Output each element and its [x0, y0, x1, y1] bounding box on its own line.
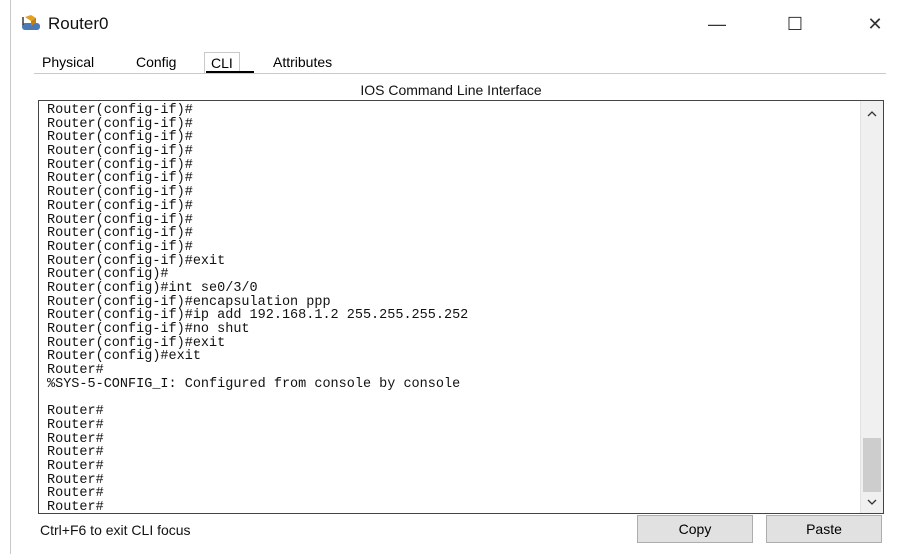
terminal-scrollbar[interactable]: [860, 101, 883, 513]
terminal-line: Router(config)#exit: [47, 349, 201, 365]
terminal-line: Router(config-if)#exit: [47, 335, 226, 351]
maximize-button[interactable]: ☐: [772, 10, 818, 38]
window-title: Router0: [48, 14, 109, 33]
cli-terminal[interactable]: Router(config-if)# Router(config-if)# Rout…: [38, 100, 884, 514]
tab-physical[interactable]: Physical: [36, 52, 100, 72]
minimize-button[interactable]: —: [694, 10, 740, 38]
terminal-line: %SYS-5-CONFIG_I: Configured from console…: [47, 376, 461, 392]
terminal-line: Router#: [47, 404, 104, 420]
copy-button[interactable]: Copy: [637, 515, 753, 543]
terminal-line: Router(config)#int se0/3/0: [47, 280, 258, 296]
terminal-line: Router(config-if)#: [47, 116, 193, 132]
terminal-output: Router(config-if)# Router(config-if)# Rout…: [47, 103, 847, 514]
terminal-line: Router(config-if)#encapsulation ppp: [47, 294, 331, 310]
terminal-line: Router(config-if)#: [47, 185, 193, 201]
panel-title: IOS Command Line Interface: [360, 82, 542, 98]
terminal-line: Router(config-if)#no shut: [47, 322, 250, 337]
terminal-line: Router(config)#: [47, 267, 169, 283]
router-icon: [22, 15, 40, 30]
terminal-line: Router(config-if)#: [47, 103, 193, 118]
terminal-line: Router(config-if)#: [47, 144, 193, 160]
terminal-line: Router(config-if)#ip add 192.168.1.2 255…: [47, 308, 469, 324]
terminal-line: Router(config-if)#: [47, 226, 193, 242]
paste-button[interactable]: Paste: [766, 515, 882, 543]
terminal-line: Router#: [47, 431, 104, 447]
terminal-line: Router#: [47, 486, 104, 502]
terminal-line: Router#: [47, 417, 104, 433]
router-window: Router0 — ☐ ✕ Physical Config CLI Attrib…: [0, 0, 902, 554]
terminal-line: Router#: [47, 472, 104, 488]
scrollbar-thumb[interactable]: [863, 438, 881, 492]
terminal-line: Router#: [47, 363, 104, 379]
chevron-down-icon[interactable]: [865, 495, 879, 509]
terminal-line: Router(config-if)#: [47, 198, 193, 214]
tab-cli[interactable]: CLI: [204, 52, 240, 73]
chevron-up-icon[interactable]: [865, 107, 879, 121]
terminal-line: Router(config-if)#exit: [47, 253, 226, 269]
tab-attributes[interactable]: Attributes: [267, 52, 338, 72]
title-bar[interactable]: [11, 0, 902, 44]
close-button[interactable]: ✕: [852, 10, 898, 38]
cli-focus-hint: Ctrl+F6 to exit CLI focus: [40, 522, 191, 538]
terminal-line: Router#: [47, 445, 104, 461]
terminal-line: Router(config-if)#: [47, 212, 193, 228]
terminal-line: Router(config-if)#: [47, 171, 193, 187]
tab-config[interactable]: Config: [130, 52, 182, 72]
terminal-line: Router#: [47, 499, 104, 514]
terminal-line: Router(config-if)#: [47, 239, 193, 255]
terminal-line: Router(config-if)#: [47, 130, 193, 146]
terminal-line: Router(config-if)#: [47, 157, 193, 173]
terminal-line: Router#: [47, 458, 104, 474]
tab-divider: [34, 73, 886, 74]
